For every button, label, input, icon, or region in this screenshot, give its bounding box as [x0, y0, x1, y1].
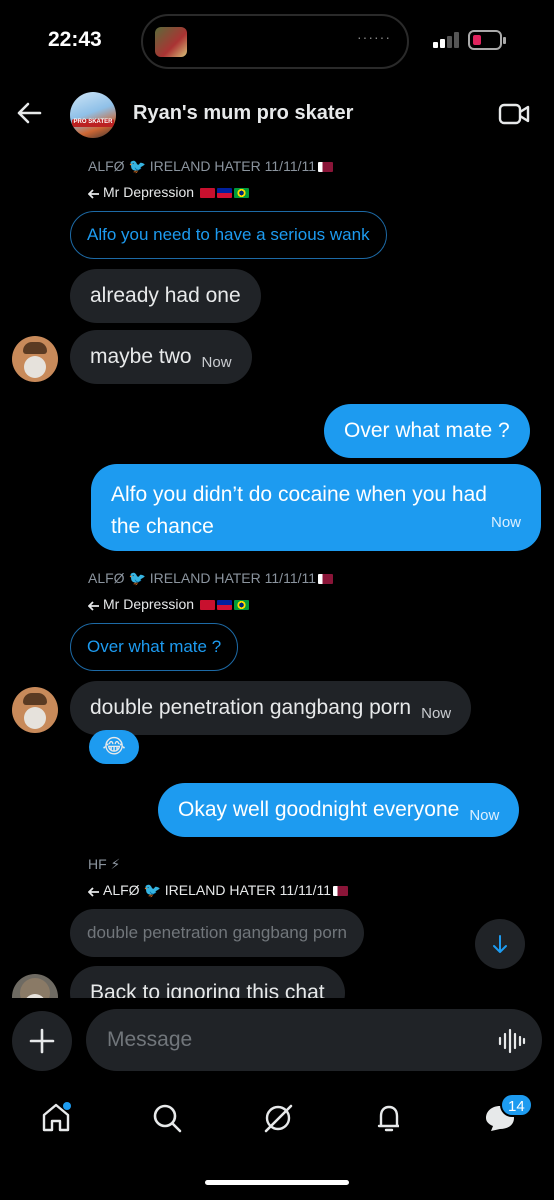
reaction-badge[interactable]: 😂 [89, 730, 139, 764]
quoted-message[interactable]: double penetration gangbang porn [70, 909, 364, 957]
message-bubble-outgoing[interactable]: Alfo you didn’t do cocaine when you had … [91, 464, 541, 551]
group-avatar-label: PRO SKATER [72, 119, 114, 127]
back-arrow-icon[interactable] [14, 98, 44, 128]
message-bubble-outgoing[interactable]: Okay well goodnight everyone Now [158, 783, 520, 837]
voice-message-icon[interactable] [498, 1028, 526, 1054]
home-icon[interactable] [36, 1098, 76, 1138]
reply-context: Mr Depression [88, 596, 249, 612]
home-indicator[interactable] [205, 1180, 349, 1185]
island-activity-dots: ······ [357, 29, 391, 45]
video-call-icon[interactable] [498, 102, 530, 126]
quoted-message[interactable]: Over what mate ? [70, 623, 239, 671]
brazil-flag-icon [233, 600, 249, 610]
search-icon[interactable] [147, 1098, 187, 1138]
add-attachment-button[interactable] [12, 1011, 72, 1071]
message-bubble-incoming[interactable]: Back to ignoring this chat [70, 966, 345, 998]
qatar-flag-icon [333, 886, 349, 896]
message-timestamp: Now [469, 807, 500, 824]
sender-avatar[interactable] [12, 336, 58, 382]
group-avatar[interactable]: PRO SKATER [70, 92, 116, 138]
brazil-flag-icon [233, 188, 249, 198]
bottom-navigation: 14 [0, 1088, 554, 1148]
reply-icon [88, 887, 99, 897]
message-timestamp: Now [421, 705, 452, 722]
message-timestamp: Now [490, 514, 521, 531]
arrow-down-icon [493, 935, 507, 953]
grok-icon[interactable] [258, 1098, 298, 1138]
now-playing-thumbnail [155, 27, 187, 57]
messages-badge: 14 [500, 1093, 533, 1117]
reply-context: Mr Depression [88, 184, 249, 200]
haiti-flag-icon [216, 600, 232, 610]
qatar-flag-icon [318, 162, 334, 172]
message-list[interactable]: ALFØ 🐦 IRELAND HATER 11/11/11 Mr Depress… [0, 150, 554, 998]
dynamic-island[interactable]: ······ [141, 14, 409, 69]
message-sender: ALFØ 🐦 IRELAND HATER 11/11/11 [88, 158, 334, 175]
message-timestamp: Now [201, 354, 232, 371]
status-bar: 22:43 ······ [0, 0, 554, 80]
message-bubble-incoming[interactable]: already had one [70, 269, 261, 323]
plus-icon [29, 1028, 55, 1054]
morocco-flag-icon [199, 600, 215, 610]
message-bubble-outgoing[interactable]: Over what mate ? [324, 404, 530, 458]
qatar-flag-icon [318, 574, 334, 584]
message-sender: ALFØ 🐦 IRELAND HATER 11/11/11 [88, 570, 334, 587]
sender-avatar[interactable] [12, 974, 58, 998]
sender-avatar[interactable] [12, 687, 58, 733]
reply-icon [88, 189, 99, 199]
message-bubble-incoming[interactable]: maybe two Now [70, 330, 252, 384]
scroll-to-bottom-button[interactable] [475, 919, 525, 969]
chat-title[interactable]: Ryan's mum pro skater [133, 102, 353, 125]
reply-context: ALFØ 🐦 IRELAND HATER 11/11/11 [88, 882, 349, 899]
morocco-flag-icon [199, 188, 215, 198]
message-input[interactable] [86, 1009, 542, 1071]
status-time: 22:43 [48, 28, 102, 51]
battery-icon [468, 30, 506, 50]
signal-icon [433, 32, 461, 48]
composer [0, 1008, 554, 1078]
chat-header: PRO SKATER Ryan's mum pro skater [0, 88, 554, 144]
reply-icon [88, 601, 99, 611]
message-sender: HF ⚡ [88, 856, 121, 872]
notifications-icon[interactable] [369, 1098, 409, 1138]
quoted-message[interactable]: Alfo you need to have a serious wank [70, 211, 387, 259]
haiti-flag-icon [216, 188, 232, 198]
message-bubble-incoming[interactable]: double penetration gangbang porn Now [70, 681, 472, 735]
